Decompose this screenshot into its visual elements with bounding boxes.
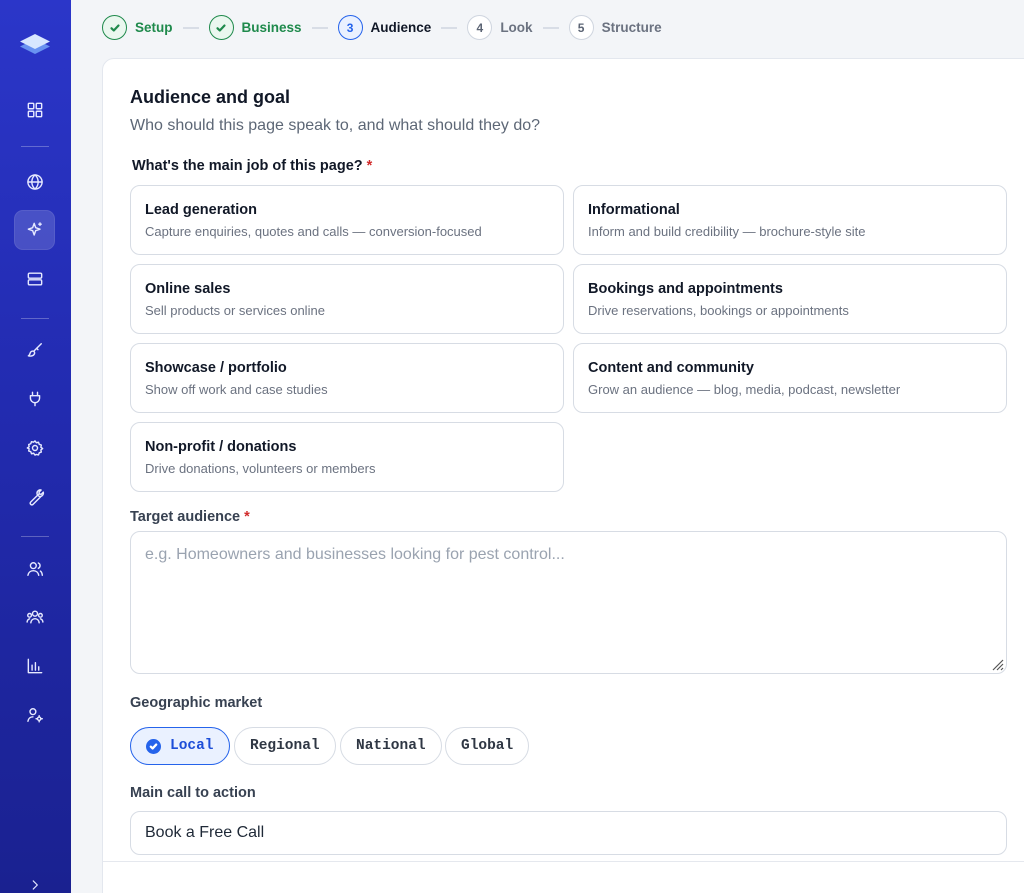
step-setup[interactable]: Setup	[102, 15, 173, 40]
sidebar-item-ai-builder[interactable]	[14, 210, 55, 250]
step-label: Business	[241, 20, 302, 35]
gear-icon	[26, 440, 43, 456]
sidebar-item-team[interactable]	[14, 597, 55, 637]
option-description: Grow an audience — blog, media, podcast,…	[588, 382, 901, 397]
step-connector	[182, 26, 199, 29]
option-description: Sell products or services online	[145, 303, 325, 318]
step-connector	[542, 26, 559, 29]
market-option-label: National	[356, 738, 426, 754]
resize-handle-icon[interactable]	[990, 657, 1004, 671]
option-non-profit[interactable]: Non-profit / donations Drive donations, …	[130, 422, 564, 492]
main-job-label: What's the main job of this page? *	[132, 158, 372, 174]
target-audience-textarea[interactable]	[130, 531, 1007, 674]
brush-icon	[27, 343, 42, 357]
step-connector	[441, 26, 458, 29]
option-title: Non-profit / donations	[145, 439, 297, 455]
users-icon	[25, 610, 44, 624]
sidebar-item-account[interactable]	[14, 695, 55, 735]
cta-label: Main call to action	[130, 785, 256, 801]
grid-icon	[27, 102, 42, 118]
sidebar-item-dashboard[interactable]	[14, 90, 55, 130]
globe-icon	[26, 174, 43, 190]
option-description: Show off work and case studies	[145, 382, 328, 397]
sidebar-item-tools[interactable]	[14, 477, 55, 517]
option-title: Lead generation	[145, 202, 257, 218]
step-label: Audience	[370, 20, 432, 35]
step-label: Setup	[135, 20, 173, 35]
option-title: Online sales	[145, 281, 231, 297]
card-footer-divider	[103, 861, 1024, 862]
option-informational[interactable]: Informational Inform and build credibili…	[573, 185, 1007, 255]
chevron-right-icon	[32, 880, 38, 890]
market-option-global[interactable]: Global	[445, 727, 530, 765]
step-structure[interactable]: 5 Structure	[568, 15, 662, 40]
step-number: 4	[467, 15, 493, 40]
option-title: Informational	[588, 202, 680, 218]
required-mark: *	[244, 509, 250, 525]
step-look[interactable]: 4 Look	[467, 15, 533, 40]
sparkle-icon	[27, 222, 42, 236]
main-job-label-text: What's the main job of this page?	[132, 158, 363, 174]
market-option-label: Regional	[250, 738, 320, 754]
sidebar	[0, 0, 71, 893]
target-audience-label: Target audience *	[130, 509, 250, 525]
option-showcase[interactable]: Showcase / portfolio Show off work and c…	[130, 343, 564, 413]
option-title: Showcase / portfolio	[145, 360, 287, 376]
sidebar-item-settings[interactable]	[14, 428, 55, 468]
wizard-stepper: Setup Business 3 Audience 4 Look 5 Struc…	[102, 15, 662, 40]
wrench-icon	[29, 489, 44, 506]
step-number: 5	[568, 15, 594, 40]
step-connector	[311, 26, 328, 29]
step-audience[interactable]: 3 Audience	[337, 15, 432, 40]
market-option-label: Local	[170, 738, 214, 754]
option-content-community[interactable]: Content and community Grow an audience —…	[573, 343, 1007, 413]
step-business[interactable]: Business	[208, 15, 302, 40]
bar-chart-icon	[27, 658, 42, 674]
user-icon	[26, 562, 43, 576]
sidebar-item-integrations[interactable]	[14, 379, 55, 419]
sidebar-divider	[21, 146, 49, 147]
sidebar-item-hosting[interactable]	[14, 259, 55, 299]
target-audience-label-text: Target audience	[130, 509, 241, 525]
option-online-sales[interactable]: Online sales Sell products or services o…	[130, 264, 564, 334]
option-description: Capture enquiries, quotes and calls — co…	[145, 224, 482, 239]
step-label: Look	[500, 20, 533, 35]
market-option-national[interactable]: National	[340, 727, 442, 765]
server-icon	[27, 272, 42, 286]
sidebar-divider	[21, 318, 49, 319]
step-done-circle	[208, 15, 234, 40]
user-settings-icon	[26, 708, 43, 723]
check-icon	[109, 23, 120, 32]
cta-input[interactable]	[130, 811, 1007, 855]
option-lead-generation[interactable]: Lead generation Capture enquiries, quote…	[130, 185, 564, 255]
check-circle-icon	[146, 738, 161, 754]
audience-card: Audience and goal Who should this page s…	[102, 58, 1024, 893]
layers-logo-icon[interactable]	[16, 27, 54, 61]
page-subtitle: Who should this page speak to, and what …	[130, 117, 541, 134]
step-number: 3	[337, 15, 363, 40]
required-mark: *	[366, 158, 373, 174]
sidebar-item-design[interactable]	[14, 330, 55, 370]
sidebar-item-analytics[interactable]	[14, 646, 55, 686]
sidebar-item-sites[interactable]	[14, 162, 55, 202]
option-description: Drive reservations, bookings or appointm…	[588, 303, 849, 318]
step-done-circle	[102, 15, 127, 40]
option-bookings[interactable]: Bookings and appointments Drive reservat…	[573, 264, 1007, 334]
option-title: Bookings and appointments	[588, 281, 783, 297]
market-option-local[interactable]: Local	[130, 727, 230, 765]
option-description: Inform and build credibility — brochure-…	[588, 224, 866, 239]
market-option-regional[interactable]: Regional	[234, 727, 336, 765]
sidebar-item-contacts[interactable]	[14, 549, 55, 589]
step-label: Structure	[601, 20, 662, 35]
geographic-market-label: Geographic market	[130, 695, 263, 711]
option-title: Content and community	[588, 360, 754, 376]
option-description: Drive donations, volunteers or members	[145, 461, 376, 476]
sidebar-divider	[21, 536, 49, 537]
page-title: Audience and goal	[130, 87, 291, 107]
plug-icon	[29, 391, 40, 407]
market-option-label: Global	[461, 738, 514, 754]
check-icon	[216, 23, 226, 32]
sidebar-expand-button[interactable]	[26, 876, 44, 893]
